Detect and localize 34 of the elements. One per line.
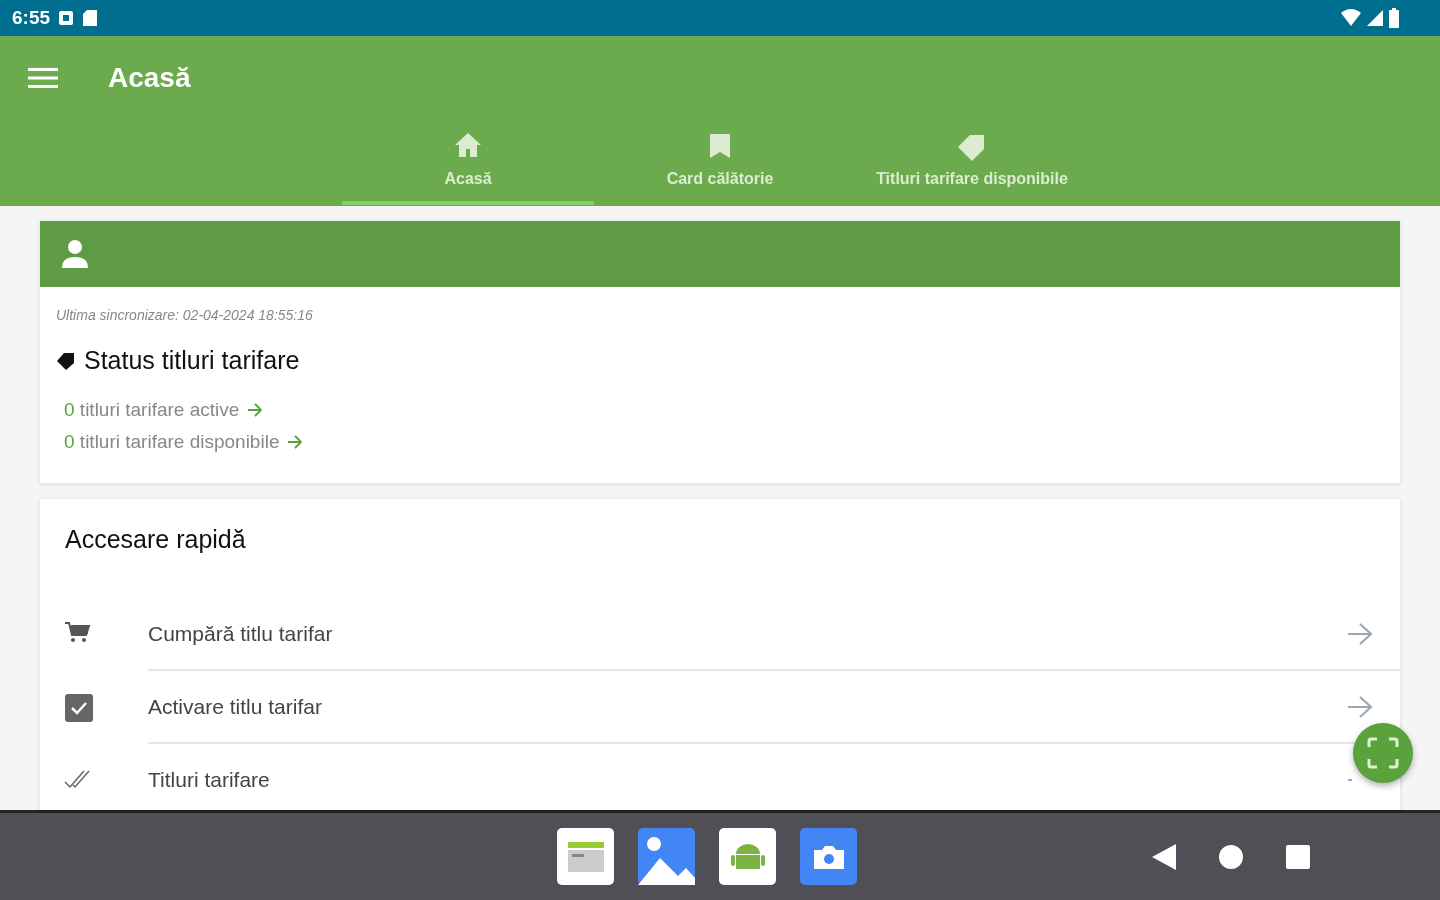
tag-icon [56, 351, 76, 370]
arrow-icon[interactable] [1346, 694, 1374, 719]
last-sync-text: Ultima sincronizare: 02-04-2024 18:55:16 [56, 306, 314, 325]
status-link[interactable]: 0 titluri tarifare active [64, 395, 240, 424]
signal-icon [1366, 9, 1384, 27]
status-link[interactable]: 0 titluri tarifare disponibile [64, 428, 280, 457]
menu-item-label[interactable]: Activare titlu tarifar [148, 690, 322, 723]
recents-icon[interactable] [1286, 844, 1310, 869]
arrow-icon[interactable] [1346, 621, 1374, 646]
sd-card-icon [82, 9, 99, 27]
gallery-icon[interactable] [638, 828, 695, 885]
home-button-icon[interactable] [1218, 843, 1244, 870]
notification-icon [58, 10, 75, 26]
back-icon[interactable] [1152, 843, 1176, 870]
checkbox-icon [64, 692, 94, 723]
camera-icon[interactable] [800, 828, 857, 885]
android-icon[interactable] [719, 828, 776, 885]
wifi-icon [1340, 9, 1362, 27]
menu-icon[interactable] [28, 67, 58, 89]
arrow-icon [287, 435, 304, 450]
menu-item-label[interactable]: Cumpără titlu tarifar [148, 617, 333, 650]
section-title: Status titluri tarifare [84, 345, 300, 376]
section-title: Accesare rapidă [64, 523, 247, 555]
arrow-icon [247, 402, 264, 417]
tab[interactable]: Titluri tarifare disponibile [846, 120, 1098, 205]
screen-title: Acasă [108, 61, 191, 95]
app-icon[interactable] [557, 828, 614, 885]
tab[interactable]: Card călătorie [594, 120, 846, 205]
menu-item-label[interactable]: Titluri tarifare [148, 763, 270, 796]
clock: 6:55 [12, 5, 51, 30]
user-icon [60, 239, 90, 269]
battery-icon [1388, 8, 1400, 28]
scan-icon [1367, 737, 1399, 769]
tab[interactable]: Acasă [342, 120, 594, 205]
